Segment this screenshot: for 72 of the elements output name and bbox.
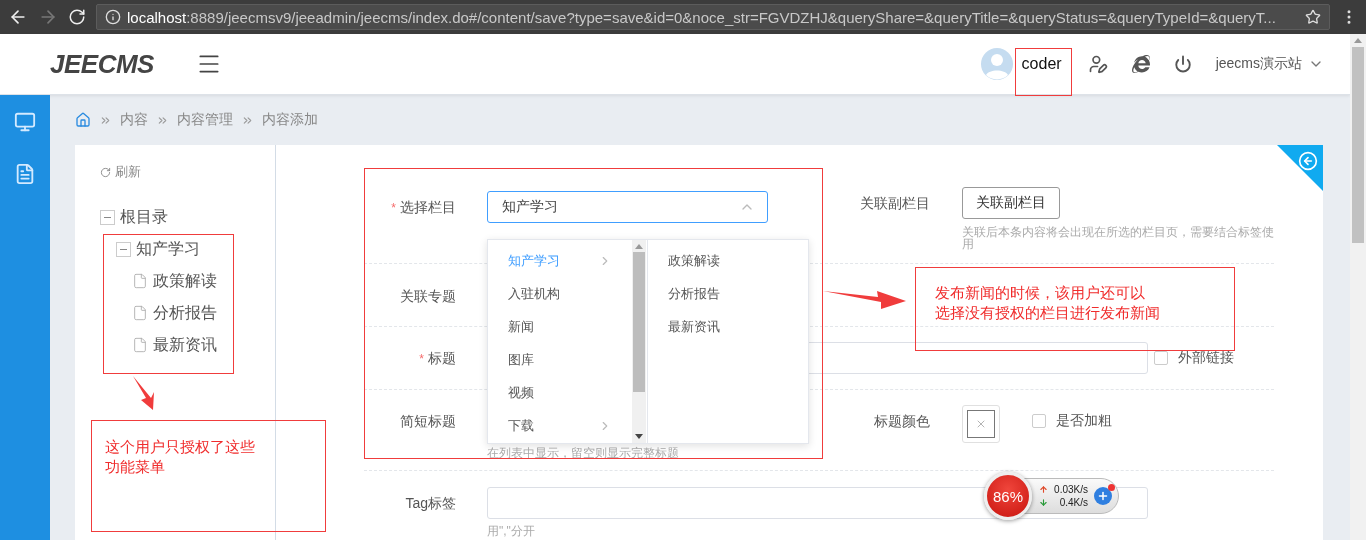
field-hint: 关联后本条内容将会出现在所选的栏目页，需要结合标签使用 <box>962 226 1274 250</box>
username[interactable]: coder <box>1021 55 1062 73</box>
refresh-icon <box>100 166 111 178</box>
checkbox[interactable]: 外部链接 <box>1154 342 1234 374</box>
sub-column-button[interactable]: 关联副栏目 <box>962 187 1060 219</box>
reload-icon[interactable] <box>68 8 86 26</box>
annotation-arrow <box>133 376 155 411</box>
star-icon[interactable] <box>1305 9 1321 25</box>
field-label: Tag标签 <box>404 494 456 513</box>
breadcrumb-item: 内容添加 <box>262 111 318 129</box>
field-label: 简短标题 <box>399 412 456 431</box>
close-icon <box>975 418 987 430</box>
checkbox-box[interactable] <box>1154 351 1168 365</box>
browser-icon[interactable] <box>1131 55 1150 73</box>
scrollbar[interactable] <box>631 240 646 443</box>
annotation-text: 选择没有授权的栏目进行发布新闻 <box>935 303 1160 323</box>
avatar-icon <box>980 48 1013 80</box>
document-icon[interactable] <box>14 163 36 185</box>
field-hint: 在列表中显示，留空则显示完整标题 <box>487 447 680 459</box>
field-label: * 选择栏目 <box>390 198 456 217</box>
monitor-icon[interactable] <box>14 111 36 133</box>
scrollbar[interactable] <box>1350 34 1366 540</box>
checkbox[interactable]: 是否加粗 <box>1032 405 1112 437</box>
address-bar[interactable]: localhost:8889/jeecmsv9/jeeadmin/jeecms/index.do#/content/save?type=save&id=0&noce_str=FGVDZHJ&queryShare=&queryTitle=&queryStatus=&queryTypeId=&queryT... <box>96 4 1330 30</box>
url-text: localhost:8889/jeecmsv9/jeeadmin/jeecms/index.do#/content/save?type=save&id=0&noce_str=FGVDZHJ&queryShare=&queryTitle=&queryStatus=&queryTypeId=&queryT... <box>127 8 1276 26</box>
checkbox-label: 是否加粗 <box>1056 412 1112 430</box>
upload-icon <box>1039 485 1048 494</box>
field-hint: 用","分开 <box>487 525 536 537</box>
download-speed: 0.4K/s <box>1058 497 1088 508</box>
field-label: 关联专题 <box>399 287 456 306</box>
dropdown-item[interactable]: 最新资讯 <box>647 310 808 343</box>
dropdown-item[interactable]: 图库 <box>488 343 632 376</box>
field-label: * 标题 <box>418 349 456 368</box>
site-selector[interactable]: jeecms演示站 <box>1215 55 1324 73</box>
field-label: 标题颜色 <box>873 412 930 431</box>
dropdown-item[interactable]: 入驻机构 <box>488 277 632 310</box>
field-label: 关联副栏目 <box>860 194 930 213</box>
info-icon <box>105 9 121 25</box>
power-icon[interactable] <box>1173 55 1192 73</box>
notification-dot <box>1108 484 1115 491</box>
plus-icon <box>1097 490 1109 502</box>
checkbox-box[interactable] <box>1032 414 1046 428</box>
dropdown-item[interactable]: 新闻 <box>488 310 632 343</box>
home-icon[interactable] <box>75 112 91 128</box>
annotation-text: 功能菜单 <box>105 457 165 477</box>
collapse-icon[interactable] <box>100 209 115 225</box>
upload-speed: 0.03K/s <box>1054 484 1088 495</box>
back-icon <box>1298 151 1318 171</box>
plus-button[interactable] <box>1094 487 1112 505</box>
download-icon <box>1039 498 1048 507</box>
file-icon <box>132 273 148 289</box>
checkbox-label: 外部链接 <box>1178 349 1234 367</box>
file-icon <box>132 337 148 353</box>
dropdown-item[interactable]: 分析报告 <box>647 277 808 310</box>
collapse-icon[interactable] <box>116 241 131 257</box>
color-picker[interactable] <box>962 405 1000 443</box>
refresh-button[interactable]: 刷新 <box>100 163 141 181</box>
dropdown-item[interactable]: 视频 <box>488 376 632 409</box>
annotation-text: 发布新闻的时候，该用户还可以 <box>935 283 1145 303</box>
logo: JEECMS <box>50 48 155 80</box>
dropdown-item[interactable]: 政策解读 <box>647 244 808 277</box>
tree-item[interactable]: 分析报告 <box>153 302 217 324</box>
column-select[interactable]: 知产学习 <box>487 191 768 223</box>
tree-item[interactable]: 政策解读 <box>153 270 217 292</box>
annotation-text: 这个用户只授权了这些 <box>105 437 255 457</box>
user-edit-icon[interactable] <box>1087 54 1108 74</box>
annotation-frame <box>1015 48 1072 96</box>
tree-item[interactable]: 最新资讯 <box>153 334 217 356</box>
tree-item[interactable]: 根目录 <box>120 206 168 228</box>
dropdown-item[interactable]: 下载 <box>488 409 632 442</box>
tree-item[interactable]: 知产学习 <box>136 238 200 260</box>
file-icon <box>132 305 148 321</box>
